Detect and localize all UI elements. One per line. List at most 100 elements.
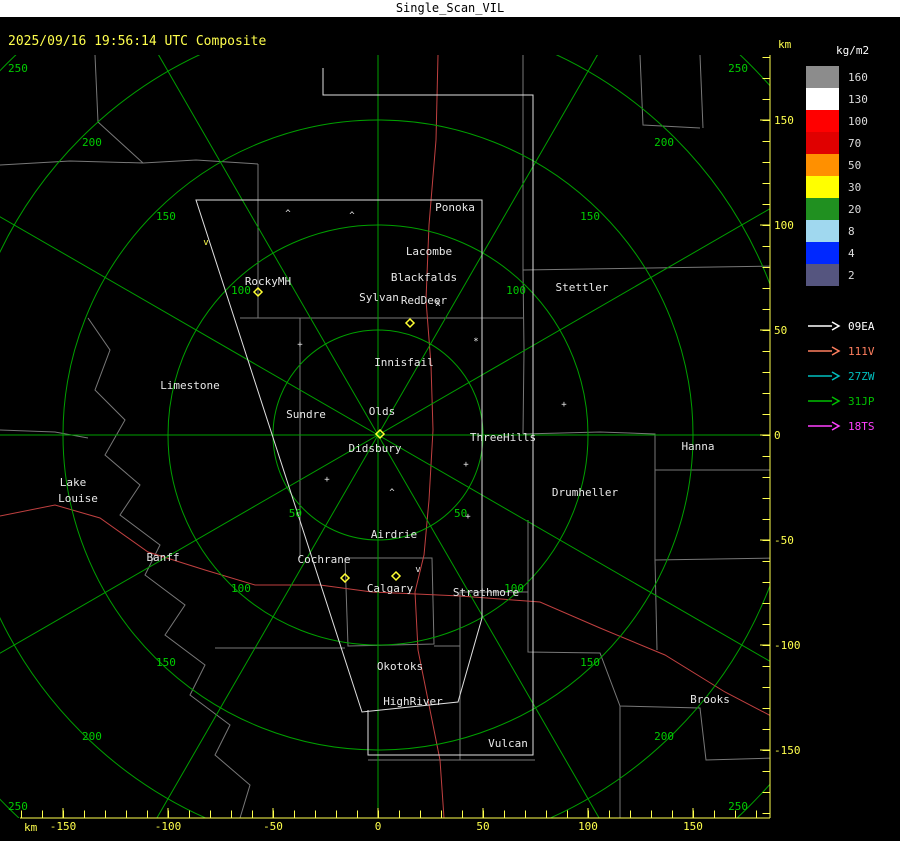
radar-arrow-icon [831, 396, 841, 406]
radar-map-canvas[interactable]: 250 200 150 100 250 200 150 100 50 50 10… [0, 0, 800, 841]
color-swatch [806, 198, 839, 220]
x-axis-unit-label: km [24, 821, 38, 834]
city-label: Cochrane [298, 553, 351, 566]
color-swatch [806, 220, 839, 242]
ring-distance-label: 50 [289, 507, 302, 520]
range-rings [0, 55, 770, 818]
city-label: Blackfalds [391, 271, 457, 284]
x-axis-tick-label: -150 [50, 820, 77, 833]
ring-distance-label: 200 [654, 136, 674, 149]
y-axis-major-ticks [760, 119, 770, 751]
color-swatch [806, 264, 839, 286]
town-marker-icon: + [561, 400, 567, 410]
town-marker-icon: + [297, 340, 303, 350]
city-label: Stettler [556, 281, 609, 294]
scale-level-label: 100 [848, 114, 868, 128]
city-label: Calgary [367, 582, 414, 595]
town-marker-icon: + [324, 475, 330, 485]
color-swatch [806, 110, 839, 132]
city-label: Limestone [160, 379, 220, 392]
scale-level-label: 130 [848, 92, 868, 106]
city-label: Brooks [690, 693, 730, 706]
color-swatch [806, 132, 839, 154]
city-label: Olds [369, 405, 396, 418]
y-axis-tick-label: -100 [774, 639, 800, 652]
color-swatch [806, 176, 839, 198]
scale-level-label: 2 [848, 268, 855, 282]
scale-level-label: 160 [848, 70, 868, 84]
city-label: Sylvan [359, 291, 399, 304]
x-axis-tick-label: 0 [375, 820, 382, 833]
town-marker-icon: ^ [349, 211, 355, 221]
town-marker-icon: ^ [389, 488, 395, 498]
color-swatch [806, 88, 839, 110]
x-axis-tick-label: 50 [476, 820, 489, 833]
scale-level-label: 8 [848, 224, 855, 238]
ring-distance-label: 100 [231, 582, 251, 595]
x-axis-tick-label: -100 [155, 820, 182, 833]
city-label: Okotoks [377, 660, 423, 673]
city-label: Louise [58, 492, 98, 505]
diamond-marker-icon [339, 572, 351, 584]
scale-level-label: 20 [848, 202, 862, 216]
diamond-marker-icon [404, 317, 416, 329]
y-axis-tick-label: -150 [774, 744, 800, 757]
y-axis-tick-label: 150 [774, 114, 794, 127]
scale-level-label: 70 [848, 136, 862, 150]
town-marker-icon: + [463, 460, 469, 470]
ring-distance-label: 150 [580, 656, 600, 669]
scale-level-label: 30 [848, 180, 862, 194]
x-axis-tick-label: -50 [263, 820, 283, 833]
city-label: Lacombe [406, 245, 452, 258]
town-marker-icon: * [473, 337, 478, 347]
city-label: Drumheller [552, 486, 619, 499]
radar-arrow-icon [831, 421, 841, 431]
radar-arrow-icon [831, 346, 841, 356]
color-swatch [806, 66, 839, 88]
city-label: Ponoka [435, 201, 475, 214]
radar-id-label: 111V [848, 345, 875, 358]
ring-distance-label: 200 [82, 136, 102, 149]
ring-distance-label: 150 [156, 656, 176, 669]
city-label: HighRiver [383, 695, 443, 708]
town-marker-icon: v [203, 238, 208, 248]
y-axis-tick-label: 0 [774, 429, 781, 442]
radar-id-label: 27ZW [848, 370, 875, 383]
ring-distance-label: 250 [8, 800, 28, 813]
city-label: Strathmore [453, 586, 519, 599]
radar-id-label: 09EA [848, 320, 875, 333]
ring-distance-label: 100 [506, 284, 526, 297]
city-label: Innisfail [374, 356, 434, 369]
radar-id-label: 31JP [848, 395, 875, 408]
town-marker-icon: v [415, 565, 420, 575]
y-axis-tick-label: -50 [774, 534, 794, 547]
city-label: Didsbury [349, 442, 402, 455]
scale-unit-label: kg/m2 [836, 44, 870, 57]
x-axis-tick-label: 150 [683, 820, 703, 833]
x-axis-tick-label: 100 [578, 820, 598, 833]
ring-distance-label: 150 [580, 210, 600, 223]
ring-distance-label: 250 [8, 62, 28, 75]
color-scale: 160 130 100 70 50 30 20 8 4 2 [806, 66, 868, 286]
y-axis-tick-label: 100 [774, 219, 794, 232]
ring-distance-label: 250 [728, 62, 748, 75]
radar-arrow-legend: 09EA 111V 27ZW 31JP 18TS [808, 320, 875, 433]
timestamp: 2025/09/16 19:56:14 UTC Composite [8, 34, 267, 49]
city-label: RedDeer [401, 294, 448, 307]
city-label: Airdrie [371, 528, 417, 541]
city-label: Vulcan [488, 737, 528, 750]
city-label: Banff [146, 551, 179, 564]
ring-distance-label: 200 [654, 730, 674, 743]
ring-distance-label: 150 [156, 210, 176, 223]
scale-level-label: 50 [848, 158, 862, 172]
town-marker-icon: ^ [285, 209, 291, 219]
color-swatch [806, 154, 839, 176]
scale-level-label: 4 [848, 246, 855, 260]
town-marker-icon: + [465, 512, 471, 522]
radar-arrow-icon [831, 371, 841, 381]
ring-distance-label: 250 [728, 800, 748, 813]
color-swatch [806, 242, 839, 264]
city-label: Hanna [681, 440, 714, 453]
radar-id-label: 18TS [848, 420, 875, 433]
legend-panel: kg/m2 160 130 100 70 50 30 20 8 4 2 09EA… [800, 0, 900, 841]
